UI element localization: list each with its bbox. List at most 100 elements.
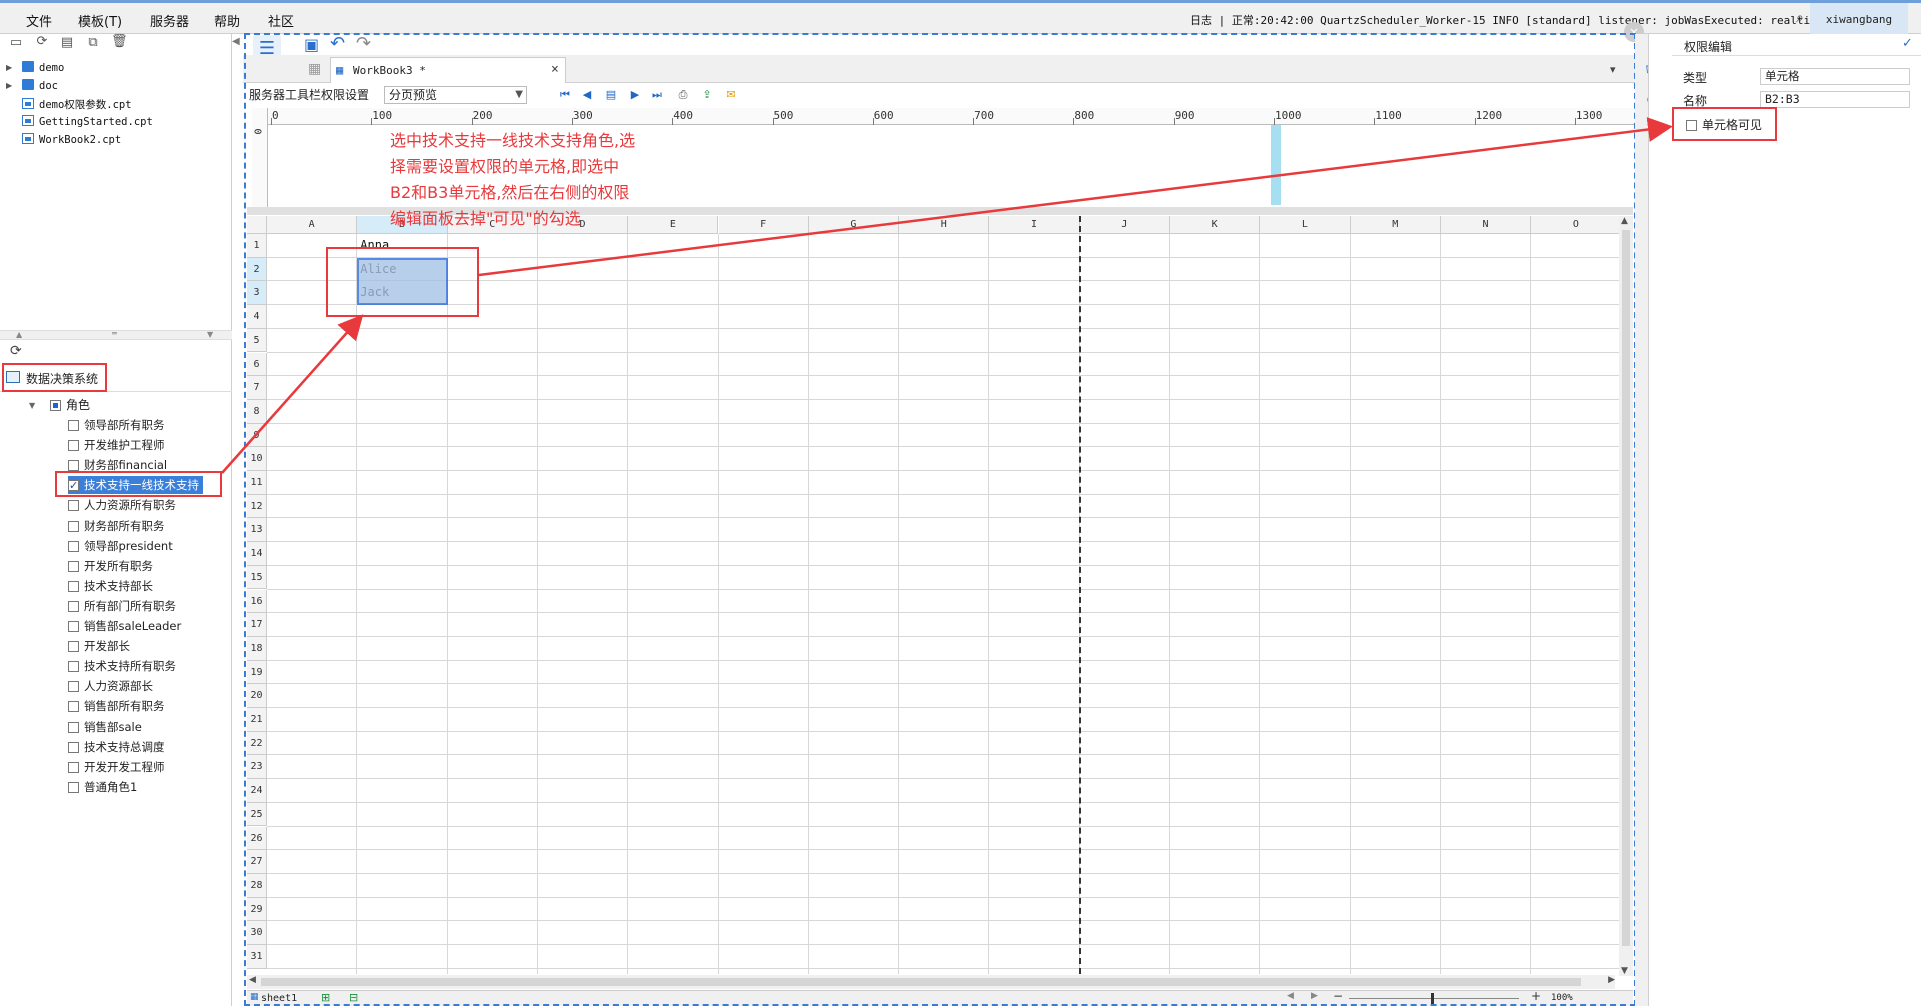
- row-header[interactable]: 15: [247, 565, 267, 590]
- save-icon[interactable]: ▣: [304, 35, 319, 54]
- collapse-left-icon[interactable]: ◀: [232, 36, 240, 47]
- scroll-up-icon[interactable]: ▲: [1621, 216, 1628, 226]
- delete-icon[interactable]: 🗑: [111, 35, 128, 49]
- row-header[interactable]: 21: [247, 708, 267, 732]
- row-header[interactable]: 8: [247, 399, 267, 424]
- sheet-tab[interactable]: sheet1: [261, 993, 297, 1004]
- row-header[interactable]: 1: [247, 234, 267, 258]
- row-header[interactable]: 26: [247, 826, 267, 851]
- first-page-icon[interactable]: ⏮: [558, 88, 572, 102]
- email-icon[interactable]: ✉: [724, 88, 738, 102]
- role-checkbox[interactable]: [68, 540, 79, 552]
- add-poly-sheet-icon[interactable]: ⊟: [349, 991, 358, 1004]
- roles-root[interactable]: 角色: [50, 396, 90, 414]
- role-item[interactable]: 普通角色1: [68, 778, 137, 796]
- row-header[interactable]: 3: [247, 281, 267, 306]
- cell-b2[interactable]: Alice: [360, 262, 396, 276]
- file-item[interactable]: demo权限参数.cpt: [22, 97, 132, 112]
- undo-icon[interactable]: ↶: [330, 33, 345, 54]
- role-item[interactable]: 销售部所有职务: [68, 697, 165, 715]
- role-checkbox[interactable]: [68, 781, 79, 793]
- new-folder-icon[interactable]: ▭: [9, 36, 23, 50]
- row-header[interactable]: 2: [247, 257, 267, 282]
- role-checkbox[interactable]: [68, 621, 79, 632]
- tab-menu-icon[interactable]: ▾: [1610, 63, 1616, 76]
- sheet-left-icon[interactable]: ◀: [1287, 991, 1294, 1001]
- vertical-scrollbar[interactable]: ▲ ▼: [1619, 216, 1633, 976]
- role-checkbox[interactable]: [68, 681, 79, 693]
- menu-community[interactable]: 社区: [268, 11, 294, 30]
- role-item[interactable]: 人力资源所有职务: [68, 496, 176, 514]
- row-header[interactable]: 9: [247, 423, 267, 448]
- menu-help[interactable]: 帮助: [214, 11, 240, 30]
- row-header[interactable]: 27: [247, 850, 267, 874]
- file-item[interactable]: doc: [22, 79, 58, 92]
- row-header[interactable]: 12: [247, 494, 267, 519]
- role-checkbox[interactable]: [68, 440, 79, 452]
- zoom-slider-handle[interactable]: [1431, 993, 1434, 1004]
- row-header[interactable]: 29: [247, 897, 267, 922]
- row-header[interactable]: 31: [247, 945, 267, 969]
- scroll-down-icon[interactable]: ▼: [1621, 966, 1628, 976]
- prev-page-icon[interactable]: ◀: [580, 88, 594, 102]
- row-header[interactable]: 7: [247, 376, 267, 400]
- file-item[interactable]: GettingStarted.cpt: [22, 115, 153, 128]
- row-header[interactable]: 28: [247, 873, 267, 898]
- role-item[interactable]: 销售部saleLeader: [68, 617, 181, 635]
- role-item[interactable]: 领导部president: [68, 537, 173, 555]
- role-checkbox[interactable]: [68, 477, 79, 495]
- role-checkbox[interactable]: [68, 741, 79, 753]
- role-checkbox[interactable]: [68, 420, 79, 431]
- row-header[interactable]: 14: [247, 542, 267, 566]
- row-header[interactable]: 17: [247, 613, 267, 637]
- column-header[interactable]: A: [267, 216, 358, 234]
- scroll-left-icon[interactable]: ◀: [249, 975, 256, 985]
- role-item[interactable]: 人力资源部长: [68, 677, 153, 695]
- file-item[interactable]: WorkBook2.cpt: [22, 133, 121, 146]
- role-item[interactable]: 技术支持所有职务: [68, 657, 176, 675]
- role-checkbox[interactable]: [68, 500, 79, 512]
- role-checkbox[interactable]: [68, 701, 79, 713]
- file-item[interactable]: demo: [22, 61, 64, 74]
- splitter-grip-icon[interactable]: ═: [112, 329, 117, 338]
- redo-icon[interactable]: ↷: [356, 33, 371, 54]
- role-checkbox[interactable]: [68, 560, 79, 572]
- role-item[interactable]: 开发所有职务: [68, 557, 153, 575]
- role-checkbox[interactable]: [68, 761, 79, 773]
- horizontal-scrollbar[interactable]: ◀ ▶: [247, 975, 1615, 989]
- tab-workbook3[interactable]: ▦ WorkBook3 * ×: [330, 57, 566, 83]
- user-name[interactable]: xiwangbang: [1810, 3, 1908, 37]
- role-item[interactable]: 技术支持总调度: [68, 738, 165, 756]
- expand-icon[interactable]: ▶: [6, 81, 12, 90]
- row-header[interactable]: 24: [247, 779, 267, 803]
- column-header[interactable]: N: [1440, 216, 1532, 234]
- role-item[interactable]: 销售部sale: [68, 718, 142, 736]
- search-icon[interactable]: ⌕: [1796, 10, 1804, 26]
- role-checkbox[interactable]: [68, 721, 79, 733]
- grid-icon[interactable]: ▦: [308, 61, 321, 77]
- apply-check-icon[interactable]: ✓: [1902, 36, 1913, 51]
- column-header[interactable]: K: [1170, 216, 1261, 234]
- column-header[interactable]: O: [1531, 216, 1622, 234]
- zoom-slider[interactable]: [1349, 998, 1519, 999]
- select-all-corner[interactable]: [247, 216, 267, 234]
- roles-root-checkbox[interactable]: [50, 400, 61, 411]
- row-header[interactable]: 25: [247, 802, 267, 827]
- scrollbar-thumb[interactable]: [261, 978, 1581, 986]
- preview-select[interactable]: 分页预览 ▼: [384, 86, 527, 104]
- column-header[interactable]: F: [718, 216, 809, 234]
- menu-file[interactable]: 文件: [26, 11, 52, 30]
- print-icon[interactable]: ⎙: [676, 88, 690, 102]
- row-header[interactable]: 18: [247, 636, 267, 661]
- menu-template[interactable]: 模板(T): [78, 11, 122, 30]
- role-item[interactable]: 所有部门所有职务: [68, 597, 176, 615]
- column-header[interactable]: M: [1350, 216, 1441, 234]
- cell-visible-checkbox[interactable]: [1686, 120, 1697, 131]
- role-item[interactable]: 开发开发工程师: [68, 758, 165, 776]
- role-checkbox[interactable]: [68, 580, 79, 592]
- zoom-out-icon[interactable]: −: [1333, 989, 1343, 1003]
- column-header[interactable]: L: [1260, 216, 1351, 234]
- splitter-up-icon[interactable]: ▲: [16, 330, 22, 339]
- page-list-icon[interactable]: ▤: [604, 88, 618, 102]
- scroll-right-icon[interactable]: ▶: [1608, 975, 1615, 985]
